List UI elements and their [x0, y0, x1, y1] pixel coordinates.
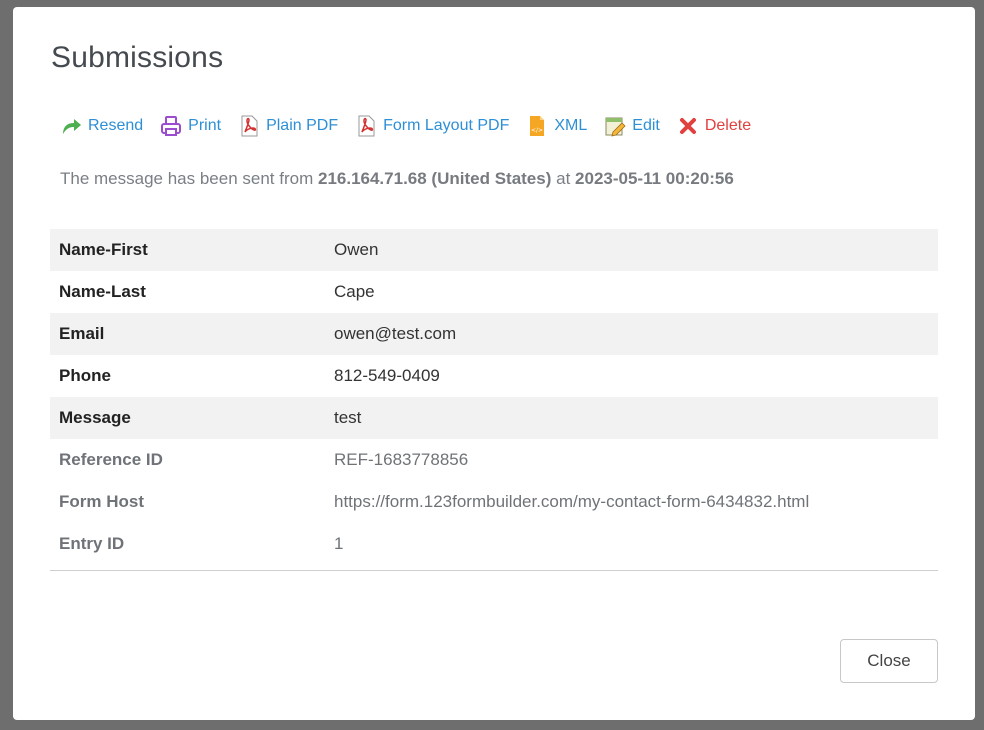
field-value: owen@test.com — [334, 324, 457, 343]
svg-text:</>: </> — [531, 127, 543, 134]
sent-info: The message has been sent from 216.164.7… — [60, 169, 734, 189]
field-value: https://form.123formbuilder.com/my-conta… — [334, 492, 810, 511]
edit-label: Edit — [632, 117, 660, 134]
field-label: Email — [59, 324, 105, 343]
delete-button[interactable]: Delete — [677, 115, 751, 137]
print-label: Print — [188, 117, 222, 134]
table-divider — [50, 570, 938, 571]
field-value: 1 — [334, 534, 344, 553]
sent-prefix: The message has been sent from — [60, 169, 314, 188]
field-label: Form Host — [59, 492, 144, 511]
form-layout-pdf-label: Form Layout PDF — [383, 117, 510, 134]
modal-title: Submissions — [51, 41, 224, 74]
pdf-icon — [355, 115, 377, 137]
table-row: Reference ID REF-1683778856 — [50, 439, 938, 481]
submissions-modal: Submissions Resend Print Plain PDF Form … — [13, 7, 975, 720]
field-label: Reference ID — [59, 450, 163, 469]
printer-icon — [160, 115, 182, 137]
resend-label: Resend — [88, 117, 144, 134]
sent-datetime: 2023-05-11 00:20:56 — [575, 169, 734, 188]
field-value: test — [334, 408, 362, 427]
delete-x-icon — [677, 115, 699, 137]
edit-button[interactable]: Edit — [604, 115, 660, 137]
edit-icon — [604, 115, 626, 137]
resend-button[interactable]: Resend — [60, 115, 143, 137]
field-label: Entry ID — [59, 534, 125, 553]
submission-fields-table: Name-First Owen Name-Last Cape Email owe… — [50, 229, 938, 565]
table-row: Entry ID 1 — [50, 523, 938, 565]
form-layout-pdf-button[interactable]: Form Layout PDF — [355, 115, 509, 137]
resend-arrow-icon — [60, 115, 82, 137]
table-row: Phone 812-549-0409 — [50, 355, 938, 397]
plain-pdf-label: Plain PDF — [266, 117, 339, 134]
table-row: Name-First Owen — [50, 229, 938, 271]
plain-pdf-button[interactable]: Plain PDF — [238, 115, 338, 137]
table-row: Email owen@test.com — [50, 313, 938, 355]
field-label: Message — [59, 408, 131, 427]
xml-label: XML — [554, 117, 588, 134]
close-button[interactable]: Close — [840, 639, 938, 683]
field-value: Cape — [334, 282, 375, 301]
pdf-icon — [238, 115, 260, 137]
print-button[interactable]: Print — [160, 115, 221, 137]
table-row: Name-Last Cape — [50, 271, 938, 313]
field-label: Name-First — [59, 240, 148, 259]
table-row: Form Host https://form.123formbuilder.co… — [50, 481, 938, 523]
xml-file-icon: </> — [526, 115, 548, 137]
sent-ip: 216.164.71.68 (United States) — [317, 169, 552, 188]
field-value: REF-1683778856 — [334, 450, 469, 469]
field-label: Name-Last — [59, 282, 146, 301]
field-value: Owen — [334, 240, 379, 259]
action-toolbar: Resend Print Plain PDF Form Layout PDF <… — [60, 113, 768, 139]
field-value: 812-549-0409 — [334, 366, 440, 385]
xml-button[interactable]: </> XML — [526, 115, 587, 137]
delete-label: Delete — [704, 117, 752, 134]
field-label: Phone — [59, 366, 111, 385]
sent-at: at — [556, 169, 571, 188]
table-row: Message test — [50, 397, 938, 439]
